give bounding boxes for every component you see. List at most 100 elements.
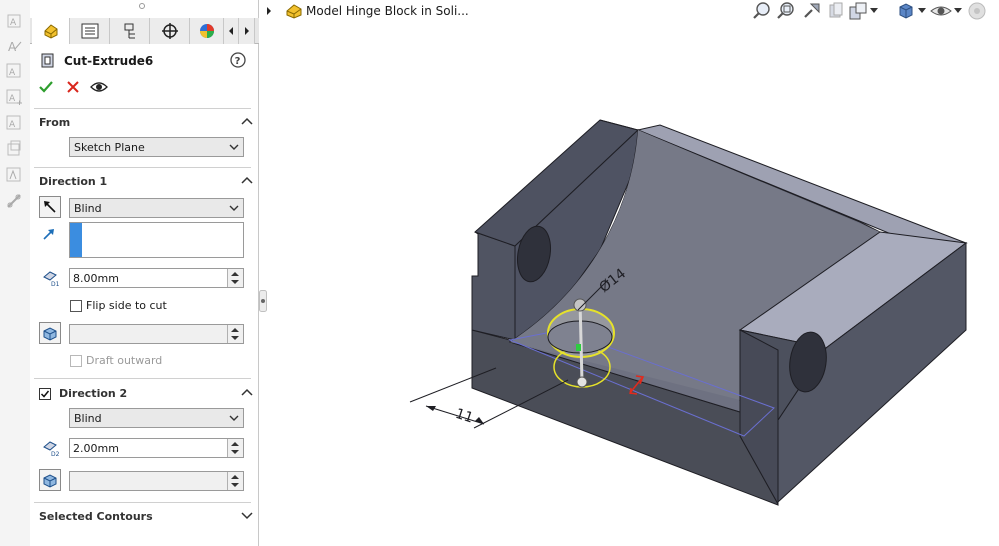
direction-of-extrusion-selection-box[interactable] (69, 222, 244, 258)
linear-dimension-text[interactable]: 11 (453, 406, 475, 427)
selection-box-color-strip (70, 223, 82, 257)
direction1-title: Direction 1 (39, 175, 108, 188)
depth-d2-icon: D2 (43, 441, 60, 457)
chevron-down-icon (229, 205, 239, 211)
tab-feature-manager[interactable] (32, 18, 70, 44)
draft-on-off-button-direction2[interactable] (39, 469, 61, 491)
from-section-title: From (39, 116, 71, 129)
surface-finish-icon[interactable]: A (5, 114, 23, 132)
section-divider (34, 108, 251, 109)
direction2-section-header[interactable]: Direction 2 (38, 385, 253, 403)
svg-text:A: A (8, 40, 17, 54)
direction2-end-condition-dropdown[interactable]: Blind (69, 408, 244, 428)
direction2-title: Direction 2 (59, 387, 128, 400)
flip-side-to-cut-label: Flip side to cut (86, 299, 167, 312)
property-manager: Cut-Extrude6 ? From Sketch Plane Directi… (30, 0, 259, 546)
scroll-right-icon (244, 27, 249, 35)
svg-text:A: A (9, 94, 16, 104)
property-list-icon (81, 23, 98, 39)
tab-display-manager[interactable] (190, 18, 224, 44)
note-icon[interactable]: A (5, 37, 23, 55)
svg-text:A: A (9, 120, 16, 130)
manager-tabs (30, 18, 259, 44)
chevron-up-icon[interactable] (241, 175, 253, 185)
direction1-end-condition-dropdown[interactable]: Blind (69, 198, 244, 218)
handle-green-marker (576, 344, 581, 351)
datum-feature-icon[interactable] (5, 140, 23, 158)
svg-text:A: A (9, 68, 16, 78)
tab-scroll-left[interactable] (224, 18, 239, 44)
panel-grip-dot[interactable] (138, 2, 146, 10)
draft-spinner-buttons[interactable] (227, 325, 243, 343)
direction2-end-condition-value: Blind (74, 412, 102, 425)
model-view-canvas[interactable]: Ø14 11 (260, 0, 999, 546)
from-section-header[interactable]: From (38, 114, 253, 132)
feature-tree-icon (44, 24, 57, 39)
reverse-direction-button[interactable] (39, 196, 61, 218)
draft-on-off-button[interactable] (39, 322, 61, 344)
direction1-draft-angle-input[interactable] (69, 324, 244, 344)
cut-extrude-icon (41, 53, 54, 68)
direction2-draft-angle-input[interactable] (69, 471, 244, 491)
balloon-icon[interactable]: A (5, 62, 23, 80)
chevron-down-icon (229, 144, 239, 150)
depth-spinner-buttons[interactable] (227, 439, 243, 457)
vertical-toolbar: A A A A A (0, 0, 30, 546)
draft-outward-checkbox[interactable] (70, 355, 82, 367)
section-divider (34, 502, 251, 503)
chevron-down-icon[interactable] (241, 510, 253, 520)
svg-text:D2: D2 (51, 451, 60, 457)
depth-handle-top[interactable] (573, 298, 587, 312)
tab-dimxpert-manager[interactable] (150, 18, 190, 44)
draft-outward-label: Draft outward (86, 354, 163, 367)
direction2-enable-checkbox[interactable] (39, 388, 51, 400)
flip-side-to-cut-checkbox[interactable] (70, 300, 82, 312)
depth-handle-bottom[interactable] (576, 376, 588, 388)
svg-text:D1: D1 (51, 281, 60, 287)
section-divider (34, 378, 251, 379)
left-upright-front (471, 231, 516, 341)
draft-spinner-buttons[interactable] (227, 472, 243, 490)
depth-spinner-buttons[interactable] (227, 269, 243, 287)
ok-check-icon[interactable] (38, 79, 54, 95)
direction-vector-icon (43, 229, 54, 240)
crosshair-icon (161, 23, 178, 39)
depth-d1-icon: D1 (43, 271, 60, 287)
preview-eye-icon[interactable] (90, 80, 108, 94)
chevron-down-icon (229, 415, 239, 421)
reverse-direction-icon (44, 201, 56, 213)
selected-contours-title: Selected Contours (39, 510, 153, 523)
draft-icon (43, 474, 57, 488)
direction2-depth-input[interactable]: 2.00mm (69, 438, 244, 458)
svg-text:?: ? (235, 56, 241, 67)
direction1-end-condition-value: Blind (74, 202, 102, 215)
scroll-left-icon (229, 27, 233, 35)
geometric-tolerance-icon[interactable] (5, 166, 23, 184)
tab-configuration-manager[interactable] (110, 18, 150, 44)
direction1-depth-value: 8.00mm (73, 272, 119, 285)
depth-handle-stem (578, 299, 584, 383)
configuration-icon (124, 23, 135, 39)
cancel-x-icon[interactable] (66, 80, 80, 94)
draft-icon (43, 327, 57, 341)
smart-dimension-icon[interactable]: A (5, 12, 23, 30)
direction2-depth-value: 2.00mm (73, 442, 119, 455)
help-icon[interactable]: ? (230, 52, 246, 68)
checkmark-icon (40, 390, 50, 398)
tab-scroll-right[interactable] (239, 18, 255, 44)
chevron-up-icon[interactable] (241, 387, 253, 397)
graphics-area[interactable]: Model Hinge Block in Soli... Ø14 11 (260, 0, 999, 546)
selected-contours-section-header[interactable]: Selected Contours (38, 508, 253, 526)
from-start-condition-value: Sketch Plane (74, 141, 145, 154)
chevron-up-icon[interactable] (241, 116, 253, 126)
direction1-section-header[interactable]: Direction 1 (38, 173, 253, 191)
dim-arrow-left (426, 406, 436, 411)
from-start-condition-dropdown[interactable]: Sketch Plane (69, 137, 244, 157)
feature-name: Cut-Extrude6 (64, 54, 154, 68)
auto-balloon-icon[interactable]: A (5, 88, 23, 106)
direction1-depth-input[interactable]: 8.00mm (69, 268, 244, 288)
svg-text:A: A (10, 18, 17, 28)
tab-property-manager[interactable] (70, 18, 110, 44)
section-divider (34, 167, 251, 168)
magnetic-line-icon[interactable] (5, 192, 23, 210)
